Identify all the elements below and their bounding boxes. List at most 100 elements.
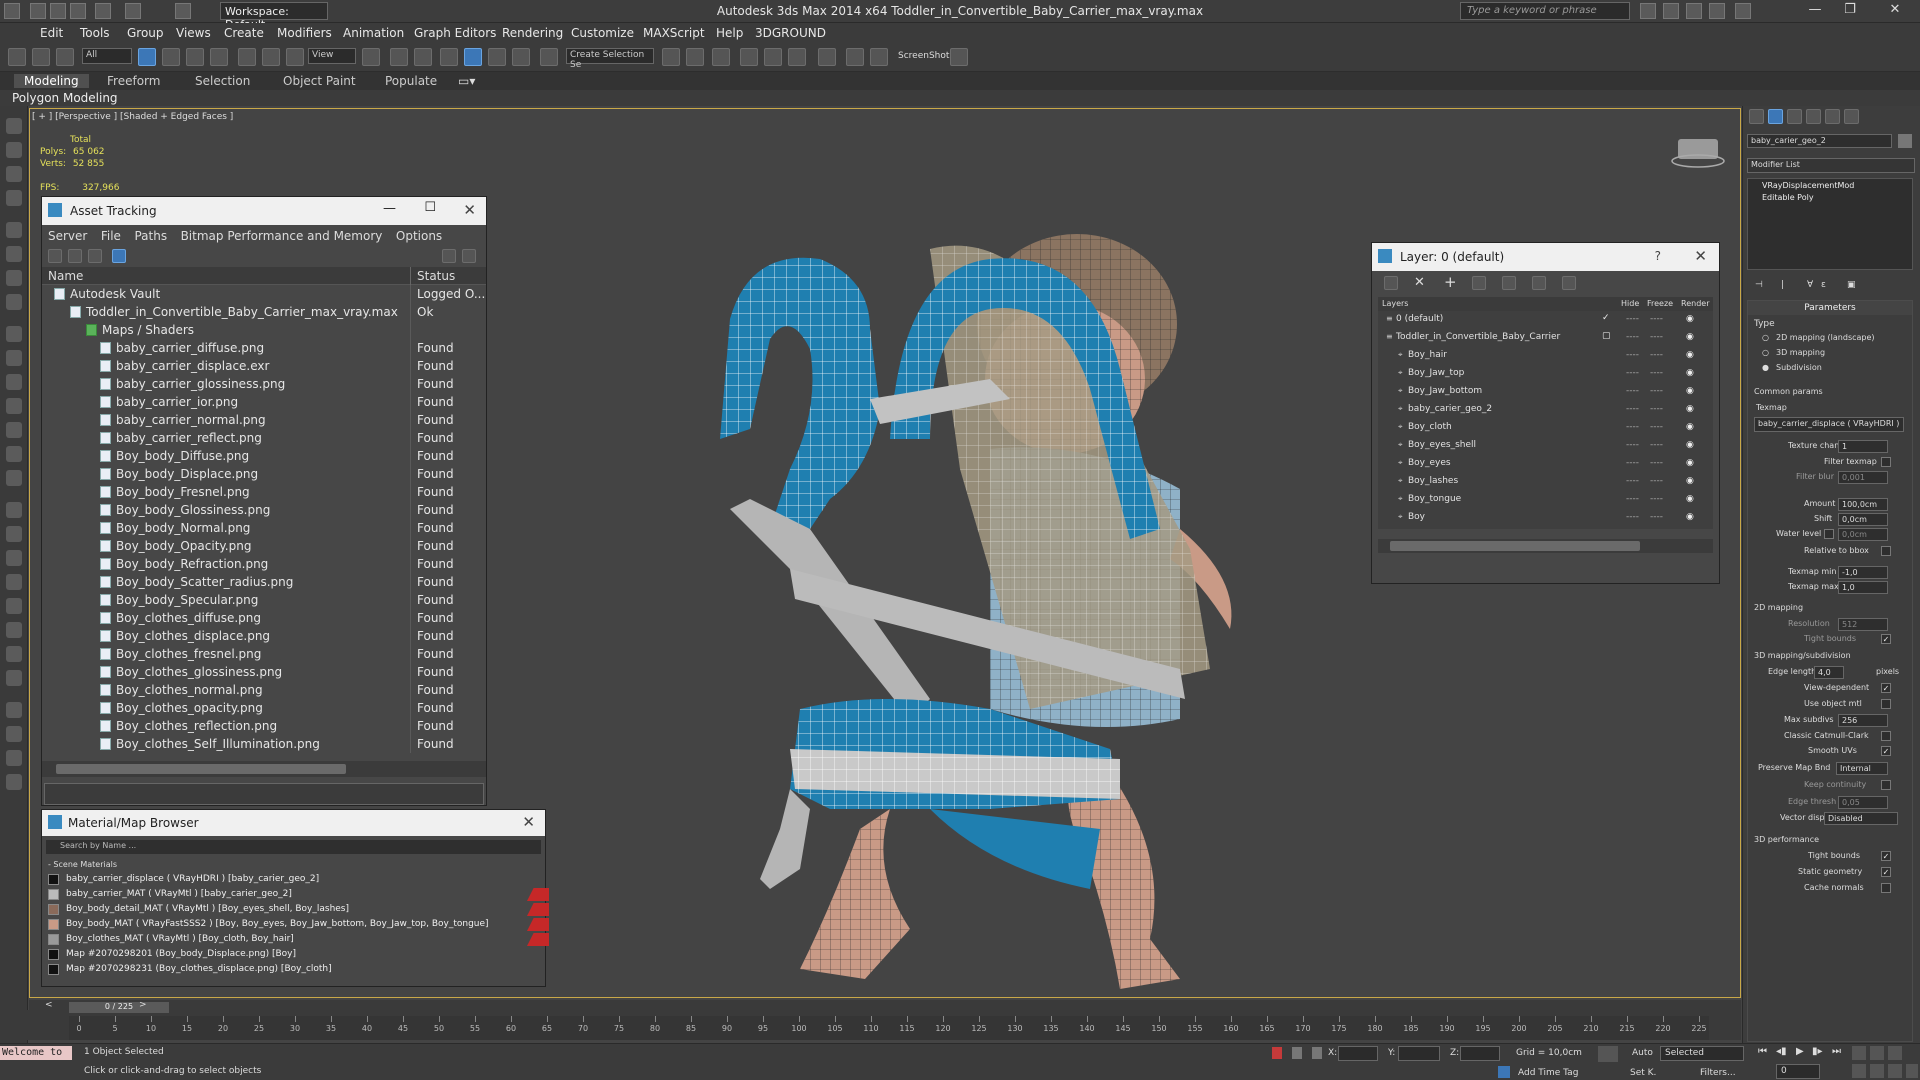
loop-tool-icon[interactable] [6, 270, 22, 286]
edge-thresh-field[interactable]: 0,05 [1838, 796, 1888, 809]
maxscript-listener[interactable]: Welcome to [0, 1046, 72, 1060]
texmap-min-field[interactable]: -1,0 [1838, 566, 1888, 579]
freeze-toggle[interactable]: ---- [1650, 404, 1663, 414]
view-dependent-checkbox[interactable]: ✓ [1881, 683, 1891, 693]
asset-hscrollbar[interactable] [42, 761, 486, 777]
freeze-toggle[interactable]: ---- [1650, 314, 1663, 324]
table-row[interactable]: Toddler_in_Convertible_Baby_Carrier_max_… [42, 303, 486, 321]
stack-item-editable-poly[interactable]: Editable Poly [1748, 192, 1912, 203]
radio-3d-mapping[interactable]: ○ [1762, 348, 1769, 357]
layer-row[interactable]: ⌖ Boy_cloth ---- ---- ◉ [1378, 419, 1713, 437]
torus-tool-icon[interactable] [6, 398, 22, 414]
configure-sets-icon[interactable]: ▣ [1847, 280, 1856, 290]
render-teapot-icon[interactable]: ◉ [1686, 404, 1694, 414]
column-freeze[interactable]: Freeze [1647, 299, 1673, 308]
material-editor-icon[interactable] [818, 48, 836, 66]
hide-toggle[interactable]: ---- [1626, 386, 1639, 396]
freeze-all-icon[interactable] [1562, 276, 1576, 290]
menu-group[interactable]: Group [127, 26, 164, 40]
render-teapot-icon[interactable]: ◉ [1686, 332, 1694, 342]
render-teapot-icon[interactable]: ◉ [1686, 512, 1694, 522]
asset-tracking-titlebar[interactable]: Asset Tracking — ☐ ✕ [42, 197, 486, 225]
render-teapot-icon[interactable]: ◉ [1686, 386, 1694, 396]
table-row[interactable]: Boy_clothes_glossiness.png Found [42, 663, 486, 681]
hide-toggle[interactable]: ---- [1626, 350, 1639, 360]
menu-rendering[interactable]: Rendering [502, 26, 563, 40]
render-teapot-icon[interactable]: ◉ [1686, 350, 1694, 360]
environment-tool-icon[interactable] [6, 702, 22, 718]
keyboard-shortcut-icon[interactable] [414, 48, 432, 66]
layer-manager-icon[interactable] [712, 48, 730, 66]
table-row[interactable]: Boy_body_Fresnel.png Found [42, 483, 486, 501]
move-icon[interactable] [238, 48, 256, 66]
tab-selection[interactable]: Selection [195, 74, 250, 88]
resolution-field[interactable]: 512 [1838, 618, 1888, 631]
radio-subdivision[interactable]: ● [1762, 363, 1769, 372]
material-item[interactable]: Boy_clothes_MAT ( VRayMtl ) [Boy_cloth, … [42, 932, 549, 947]
render-teapot-icon[interactable]: ◉ [1686, 440, 1694, 450]
amount-field[interactable]: 100,0cm [1838, 498, 1888, 511]
align-icon[interactable] [686, 48, 704, 66]
hair-tool-icon[interactable] [6, 526, 22, 542]
close-icon[interactable]: ✕ [463, 201, 476, 219]
render-teapot-icon[interactable]: ◉ [1686, 494, 1694, 504]
list-view-icon[interactable] [68, 249, 82, 263]
preserve-map-dropdown[interactable]: Internal [1836, 762, 1888, 775]
table-row[interactable]: Boy_clothes_normal.png Found [42, 681, 486, 699]
parameters-title[interactable]: Parameters [1748, 301, 1912, 315]
helper-tool-icon[interactable] [6, 550, 22, 566]
layer-row[interactable]: ⌖ baby_carier_geo_2 ---- ---- ◉ [1378, 401, 1713, 419]
make-unique-icon[interactable]: ∀ [1807, 280, 1813, 290]
freeze-toggle[interactable]: ---- [1650, 386, 1663, 396]
zoom-all-icon[interactable] [1870, 1046, 1884, 1060]
menu-customize[interactable]: Customize [571, 26, 634, 40]
menu-3dground[interactable]: 3DGROUND [755, 26, 826, 40]
link-icon[interactable] [8, 48, 26, 66]
table-row[interactable]: baby_carrier_reflect.png Found [42, 429, 486, 447]
remove-modifier-icon[interactable]: ε [1821, 280, 1826, 290]
freeze-toggle[interactable]: ---- [1650, 512, 1663, 522]
menu-help[interactable]: Help [716, 26, 743, 40]
communication-icon[interactable] [1686, 3, 1702, 19]
sun-tool-icon[interactable] [6, 470, 22, 486]
texmap-max-field[interactable]: 1,0 [1838, 581, 1888, 594]
tab-freeform[interactable]: Freeform [107, 74, 160, 88]
material-item[interactable]: Boy_body_MAT ( VRayFastSSS2 ) [Boy, Boy_… [42, 917, 549, 932]
viewport-tool-icon[interactable] [6, 118, 22, 134]
material-item[interactable]: baby_carrier_MAT ( VRayMtl ) [baby_carie… [42, 887, 549, 902]
tool-info-icon[interactable] [6, 750, 22, 766]
hide-all-icon[interactable] [1532, 276, 1546, 290]
water-level-field[interactable]: 0,0cm [1838, 528, 1888, 541]
set-current-layer-icon[interactable]: ▢ [1602, 331, 1611, 341]
material-item[interactable]: Boy_body_detail_MAT ( VRayMtl ) [Boy_eye… [42, 902, 549, 917]
x-coordinate-field[interactable] [1338, 1046, 1378, 1061]
filters-button[interactable]: Filters... [1700, 1068, 1736, 1078]
bind-space-warp-icon[interactable] [56, 48, 74, 66]
menu-create[interactable]: Create [224, 26, 264, 40]
perf-tight-bounds-checkbox[interactable]: ✓ [1881, 851, 1891, 861]
maximize-viewport-icon[interactable] [1906, 1064, 1918, 1078]
hide-toggle[interactable]: ---- [1626, 476, 1639, 486]
table-row[interactable]: Boy_clothes_opacity.png Found [42, 699, 486, 717]
minimize-icon[interactable]: — [1800, 2, 1830, 20]
hide-toggle[interactable]: ---- [1626, 422, 1639, 432]
column-name[interactable]: Name [48, 269, 83, 283]
edit-named-selection-icon[interactable] [540, 48, 558, 66]
brush-tool-icon[interactable] [6, 246, 22, 262]
static-geometry-checkbox[interactable]: ✓ [1881, 867, 1891, 877]
hide-toggle[interactable]: ---- [1626, 440, 1639, 450]
schematic-view-icon[interactable] [788, 48, 806, 66]
smooth-uvs-checkbox[interactable]: ✓ [1881, 746, 1891, 756]
column-status[interactable]: Status [417, 269, 455, 283]
maximize-icon[interactable]: ☐ [424, 200, 436, 215]
key-filter-dropdown[interactable]: Selected [1660, 1046, 1744, 1061]
tool-help-icon[interactable] [6, 774, 22, 790]
table-row[interactable]: Boy_body_Specular.png Found [42, 591, 486, 609]
help-icon[interactable] [1735, 3, 1751, 19]
rendered-frame-icon[interactable] [870, 48, 888, 66]
table-row[interactable]: Boy_clothes_Self_Illumination.png Found [42, 735, 486, 753]
grid-tool-icon[interactable] [6, 190, 22, 206]
tab-object-paint[interactable]: Object Paint [283, 74, 356, 88]
table-row[interactable]: Boy_clothes_fresnel.png Found [42, 645, 486, 663]
hierarchy-tab-icon[interactable] [1787, 109, 1802, 124]
